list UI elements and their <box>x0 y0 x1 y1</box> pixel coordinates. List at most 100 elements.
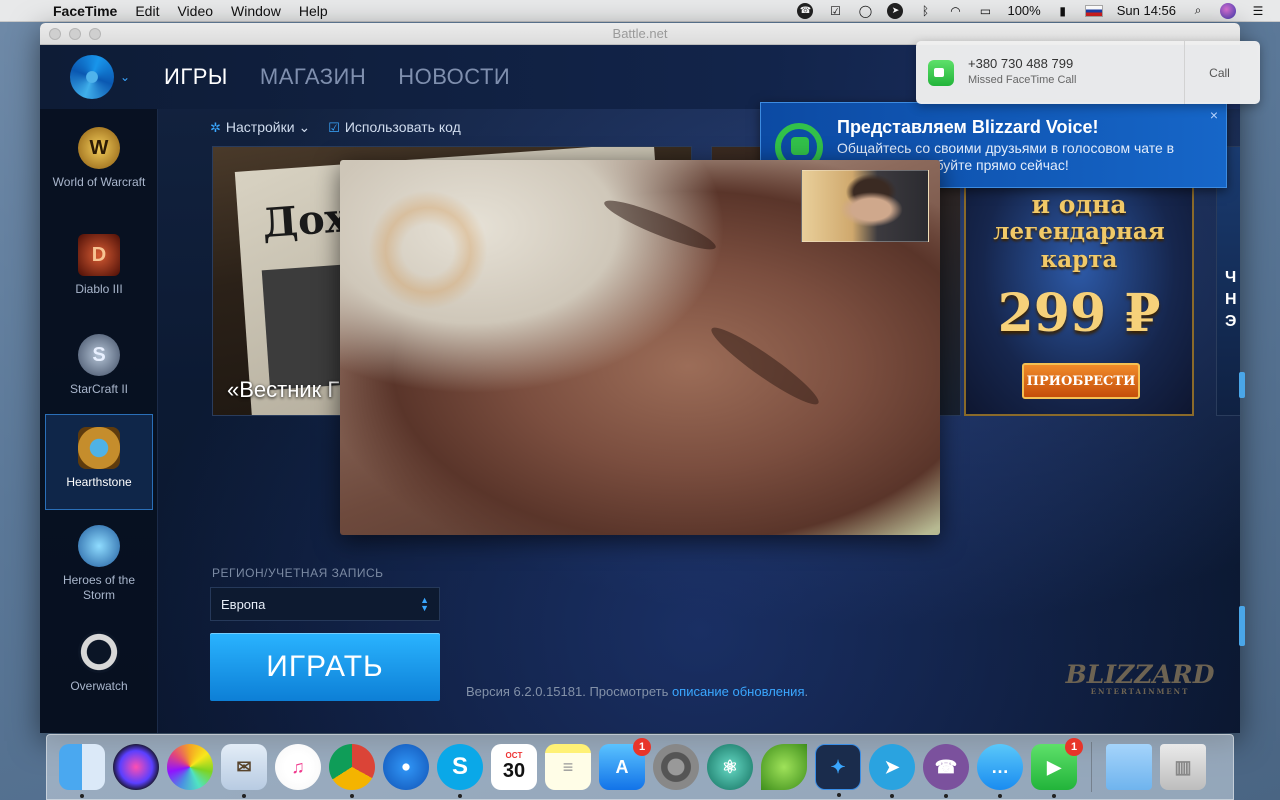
list-icon[interactable]: ☰ <box>1250 3 1266 19</box>
heroes-icon <box>78 525 120 567</box>
siri-icon[interactable] <box>1220 2 1236 19</box>
battery-level[interactable]: 100% <box>1007 3 1040 18</box>
facetime-video[interactable] <box>340 160 940 535</box>
play-button[interactable]: ИГРАТЬ <box>210 633 440 701</box>
trash-icon[interactable]: ▥ <box>1160 744 1206 790</box>
region-select[interactable]: Европа ▲ ▼ <box>210 587 440 621</box>
menu-help[interactable]: Help <box>290 3 337 19</box>
blizzard-logo-sub: ENTERTAINMENT <box>1090 687 1190 696</box>
sidebar-item-hearthstone[interactable]: Hearthstone <box>45 414 153 510</box>
sidebar-item-starcraft[interactable]: S StarCraft II <box>45 322 153 418</box>
blizzard-logo-text: BLIZZARD <box>1065 660 1215 689</box>
chevron-down-icon: ⌄ <box>119 70 131 84</box>
self-view-pip[interactable] <box>801 170 929 242</box>
newspaper-headline: Дох <box>260 194 350 248</box>
wifi-icon[interactable]: ◠ <box>947 3 963 19</box>
promo-line-2: легендарная карта <box>993 218 1165 273</box>
sidebar-item-diablo[interactable]: D Diablo III <box>45 222 153 318</box>
running-indicator <box>1052 794 1056 798</box>
sidebar-item-overwatch[interactable]: Overwatch <box>45 619 153 715</box>
calendar-icon[interactable]: OCT 30 <box>491 744 537 790</box>
facetime-badge: 1 <box>1065 738 1083 756</box>
system-preferences-icon[interactable] <box>653 744 699 790</box>
chevron-down-icon: ⌄ <box>298 119 311 135</box>
mail-icon[interactable]: ✉ <box>221 744 267 798</box>
window-title: Battle.net <box>612 26 668 41</box>
diablo-icon: D <box>78 234 120 276</box>
viber-icon[interactable]: ☎ <box>797 2 814 19</box>
facetime-dock-icon[interactable]: ▶ 1 <box>1031 738 1083 798</box>
safari-icon[interactable] <box>383 744 429 790</box>
search-icon[interactable]: ⌕ <box>1190 3 1206 19</box>
status-area: ☎ ☑ ◯ ➤ ᛒ ◠ ▭ 100% ▮ Sun 14:56 ⌕ ☰ <box>797 2 1280 19</box>
flag-ru-icon[interactable] <box>1084 4 1103 17</box>
region-label: РЕГИОН/УЧЕТНАЯ ЗАПИСЬ <box>212 566 384 580</box>
sidebar-item-heroes[interactable]: Heroes of the Storm <box>45 513 153 609</box>
clock[interactable]: Sun 14:56 <box>1117 3 1176 18</box>
nav-games[interactable]: ИГРЫ <box>164 64 228 90</box>
chrome-icon[interactable] <box>329 744 375 798</box>
nav-news[interactable]: НОВОСТИ <box>398 64 510 90</box>
overwatch-icon <box>78 631 120 673</box>
menu-edit[interactable]: Edit <box>126 3 168 19</box>
scroll-indicator-2[interactable] <box>1239 606 1245 646</box>
atom-icon[interactable]: ⚛ <box>707 744 753 790</box>
battlenet-icon[interactable]: ✦ <box>815 744 861 797</box>
background-flower <box>368 190 488 310</box>
finder-icon[interactable] <box>59 744 105 798</box>
settings-menu[interactable]: ✲ Настройки ⌄ <box>210 119 310 136</box>
photos-icon[interactable] <box>167 744 213 790</box>
app-store-icon[interactable]: A1 <box>599 738 651 790</box>
sidebar-item-wow[interactable]: W World of Warcraft <box>45 115 153 211</box>
close-icon[interactable]: × <box>1210 107 1218 123</box>
leaf-app-icon[interactable] <box>761 744 807 790</box>
dock-separator <box>1091 742 1092 792</box>
gear-icon: ✲ <box>210 120 221 135</box>
notification-subtitle: Missed FaceTime Call <box>968 74 1077 86</box>
battlenet-logo-icon <box>69 55 114 99</box>
check-icon[interactable]: ☑ <box>827 3 843 19</box>
battery-icon[interactable]: ▮ <box>1055 3 1071 19</box>
blizzard-logo: BLIZZARD ENTERTAINMENT <box>1066 651 1215 705</box>
news-caption: «Вестник Г <box>227 377 340 402</box>
buy-button[interactable]: ПРИОБРЕСТИ <box>1022 363 1140 399</box>
running-indicator <box>242 794 246 798</box>
redeem-code-link[interactable]: ☑ Использовать код <box>328 119 461 136</box>
video-shadow-1 <box>600 193 720 257</box>
siri-icon[interactable] <box>113 744 159 790</box>
menu-window[interactable]: Window <box>222 3 290 19</box>
promo-line-1: и одна <box>1031 190 1127 219</box>
patch-notes-link[interactable]: описание обновления <box>672 684 805 699</box>
running-indicator <box>837 793 841 797</box>
call-back-button[interactable]: Call <box>1184 41 1254 104</box>
folder-icon[interactable] <box>1106 744 1152 790</box>
airplay-icon[interactable]: ▭ <box>977 3 993 19</box>
skype-icon[interactable]: S <box>437 744 483 798</box>
chat-icon[interactable]: ◯ <box>857 3 873 19</box>
nav-shop[interactable]: МАГАЗИН <box>260 64 366 90</box>
caller-number: +380 730 488 799 <box>968 56 1074 71</box>
stepper-arrows-icon: ▲ ▼ <box>420 595 429 613</box>
version-text: Версия 6.2.0.15181. Просмотреть <box>466 684 672 699</box>
notes-icon[interactable]: ≡ <box>545 744 591 790</box>
sidebar-item-label: Heroes of the Storm <box>62 573 136 602</box>
menu-app-name[interactable]: FaceTime <box>44 3 126 19</box>
scroll-indicator-1[interactable] <box>1239 372 1245 398</box>
telegram-icon[interactable]: ➤ <box>887 2 904 19</box>
messages-icon[interactable]: … <box>977 744 1023 798</box>
region-value: Европа <box>221 596 266 612</box>
sidebar-item-label: StarCraft II <box>69 382 128 396</box>
menu-video[interactable]: Video <box>168 3 222 19</box>
viber-icon[interactable]: ☎ <box>923 744 969 798</box>
promo-price: 299 ₽ <box>997 283 1161 344</box>
notification-text: +380 730 488 799 Missed FaceTime Call <box>968 56 1184 104</box>
itunes-icon[interactable]: ♫ <box>275 744 321 790</box>
sidebar-item-label: Overwatch <box>70 679 128 693</box>
telegram-icon[interactable]: ➤ <box>869 744 915 798</box>
video-shadow-2 <box>705 319 825 413</box>
missed-call-notification[interactable]: +380 730 488 799 Missed FaceTime Call Ca… <box>916 41 1260 104</box>
bluetooth-icon[interactable]: ᛒ <box>917 3 933 19</box>
running-indicator <box>458 794 462 798</box>
running-indicator <box>944 794 948 798</box>
battlenet-menu[interactable]: ⌄ <box>40 55 160 99</box>
